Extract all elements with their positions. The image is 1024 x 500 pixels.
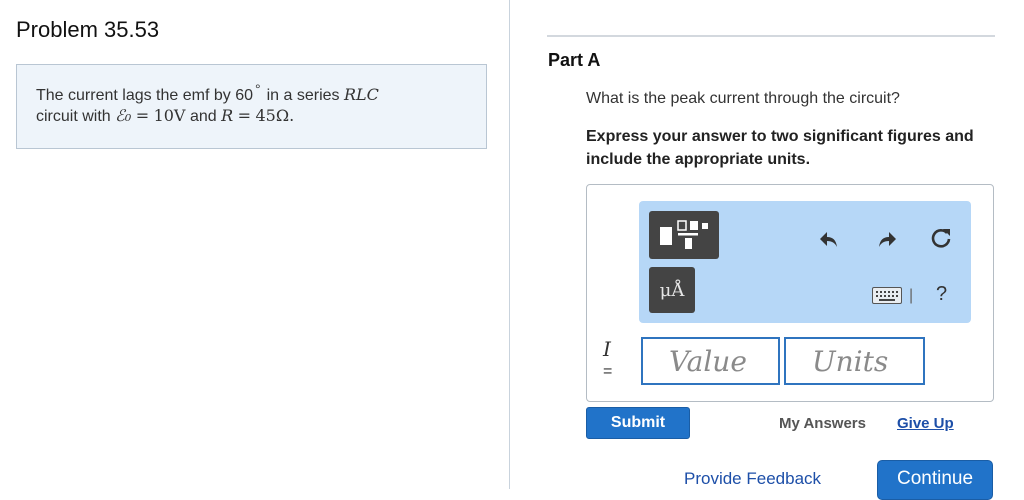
undo-icon[interactable] <box>817 227 841 258</box>
problem-pane: Problem 35.53 The current lags the emf b… <box>0 0 510 489</box>
toolbar-separator: | <box>909 287 914 304</box>
redo-icon[interactable] <box>875 227 899 258</box>
problem-title: Problem 35.53 <box>16 17 160 42</box>
equals-sign-2: = <box>237 106 251 125</box>
question-text: What is the peak current through the cir… <box>586 90 900 107</box>
emf-value: 10V <box>153 106 186 125</box>
resistance-value: 45Ω. <box>255 106 295 125</box>
problem-statement: The current lags the emf by 60 ° in a seri… <box>36 81 476 127</box>
templates-button[interactable] <box>649 211 719 259</box>
part-label: Part A <box>548 50 601 70</box>
resistance-symbol: R <box>221 106 234 125</box>
problem-statement-box: The current lags the emf by 60 ° in a seri… <box>16 64 487 149</box>
part-pane: Part A What is the peak current through … <box>510 0 1024 500</box>
math-toolbar: μÅ | ? <box>639 201 971 323</box>
provide-feedback-link[interactable]: Provide Feedback <box>684 469 821 489</box>
give-up-link[interactable]: Give Up <box>897 415 954 432</box>
statement-text-1: The current lags the emf by 60 <box>36 87 253 104</box>
answer-area: μÅ | ? I = Value Units <box>586 184 994 402</box>
variable-equals: = <box>603 363 613 380</box>
keyboard-icon[interactable] <box>872 287 902 304</box>
continue-button[interactable]: Continue <box>877 460 993 500</box>
my-answers-link[interactable]: My Answers <box>779 415 866 432</box>
reset-icon[interactable] <box>929 225 953 256</box>
submit-button[interactable]: Submit <box>586 407 690 439</box>
rlc-symbol: RLC <box>343 85 379 104</box>
units-button[interactable]: μÅ <box>649 267 695 313</box>
units-input[interactable]: Units <box>784 337 925 385</box>
statement-text-2: in a series <box>266 87 340 104</box>
templates-icon <box>660 220 708 249</box>
degree-symbol: ° <box>255 81 261 97</box>
equals-sign-1: = <box>135 106 150 125</box>
emf-symbol: ℰ₀ <box>115 106 132 125</box>
divider <box>547 35 995 37</box>
statement-text-3: circuit with <box>36 108 111 125</box>
help-button[interactable]: ? <box>936 283 947 306</box>
value-input[interactable]: Value <box>641 337 780 385</box>
instruction-text: Express your answer to two significant f… <box>586 128 974 168</box>
and-word: and <box>189 108 217 125</box>
variable-label: I <box>603 337 611 361</box>
